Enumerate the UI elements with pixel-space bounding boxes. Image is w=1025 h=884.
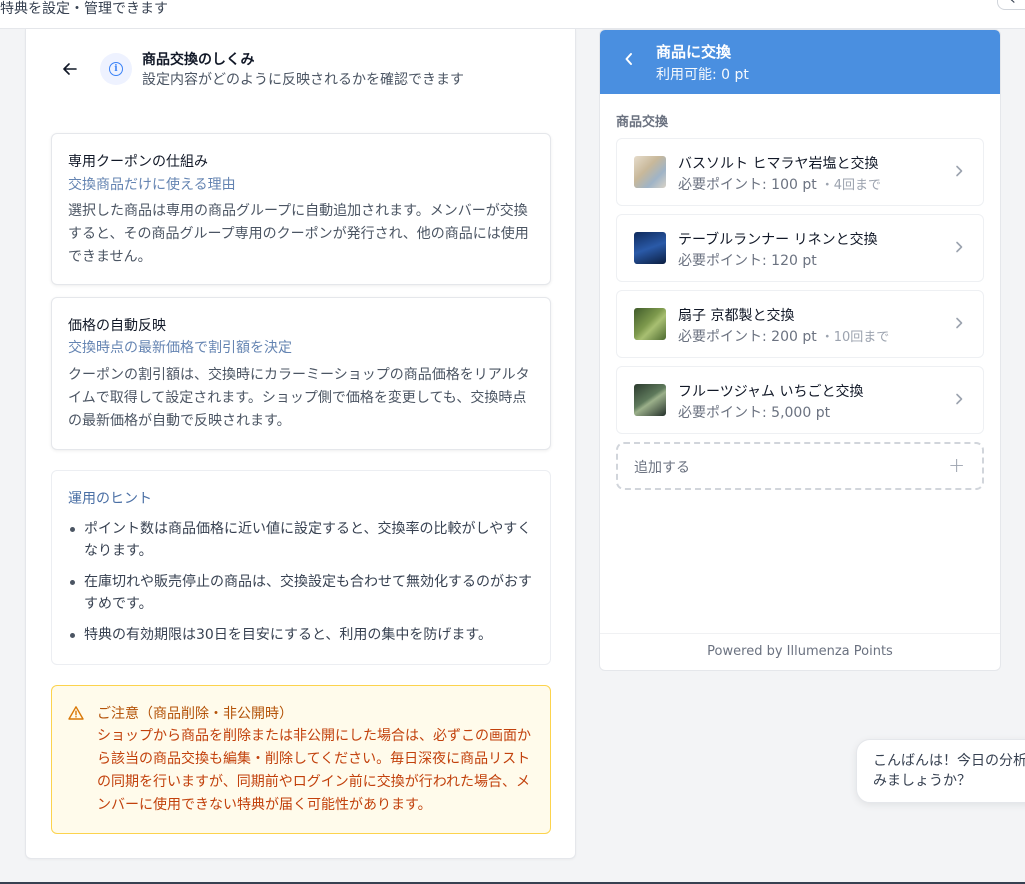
chat-line: こんばんは！今日の分析 xyxy=(873,753,1025,769)
warning-box: ご注意（商品削除・非公開時） ショップから商品を削除または非公開にした場合は、必… xyxy=(51,685,551,834)
section-label: 商品交換 xyxy=(616,115,669,130)
item-name: フルーツジャム いちごと交換 xyxy=(678,384,864,400)
guide-panel: i 商品交換のしくみ 設定内容がどのように反映されるかを確認できます 専用クーポ… xyxy=(25,29,576,859)
coupon-mechanism-box: 専用クーポンの仕組み 交換商品だけに使える理由 選択した商品は専用の商品グループ… xyxy=(51,133,551,285)
item-limit: ・4回まで xyxy=(820,178,881,193)
page-subtitle: 換特典を設定・管理できます xyxy=(0,1,168,17)
info-icon: i xyxy=(100,53,132,85)
item-name: 扇子 京都製と交換 xyxy=(678,308,795,324)
tip-item: 特典の有効期限は30日を目安にすると、利用の集中を防げます。 xyxy=(68,624,536,646)
top-bar: 換特典を設定・管理できます く xyxy=(0,0,1025,29)
section-title: 専用クーポンの仕組み xyxy=(68,154,208,170)
chevron-right-icon xyxy=(955,161,963,182)
guide-title: 商品交換のしくみ xyxy=(142,52,255,68)
item-limit: ・10回まで xyxy=(820,330,890,345)
warning-icon xyxy=(68,706,84,720)
plus-icon: + xyxy=(948,453,965,477)
section-accent: 交換時点の最新価格で割引額を決定 xyxy=(68,340,292,356)
corner-button-label: く xyxy=(1006,0,1018,6)
warning-body: ショップから商品を削除または非公開にした場合は、必ずこの画面から該当の商品交換も… xyxy=(97,728,531,813)
exchange-item[interactable]: フルーツジャム いちごと交換 必要ポイント: 5,000 pt xyxy=(616,366,984,434)
exchange-item[interactable]: 扇子 京都製と交換 必要ポイント: 200 pt ・10回まで xyxy=(616,290,984,358)
tip-item: ポイント数は商品価格に近い値に設定すると、交換率の比較がしやすくなります。 xyxy=(68,518,536,562)
section-body: クーポンの割引額は、交換時にカラーミーショップの商品価格をリアルタイムで取得して… xyxy=(68,367,530,429)
chevron-left-icon[interactable] xyxy=(624,50,634,71)
powered-by: Powered by Illumenza Points xyxy=(600,633,1000,670)
exchange-preview: 商品に交換 利用可能: 0 pt 商品交換 バスソルト ヒマラヤ岩塩と交換 必要… xyxy=(599,29,1001,671)
item-meta: 必要ポイント: 200 pt ・10回まで xyxy=(678,326,889,346)
section-body: 選択した商品は専用の商品グループに自動追加されます。メンバーが交換すると、その商… xyxy=(68,203,529,265)
item-name: テーブルランナー リネンと交換 xyxy=(678,232,878,248)
tip-item: 在庫切れや販売停止の商品は、交換設定も合わせて無効化するのがおすすめです。 xyxy=(68,571,536,615)
tips-list: ポイント数は商品価格に近い値に設定すると、交換率の比較がしやすくなります。 在庫… xyxy=(68,518,536,655)
tips-box: 運用のヒント ポイント数は商品価格に近い値に設定すると、交換率の比較がしやすくな… xyxy=(51,470,551,665)
product-thumbnail xyxy=(634,308,666,340)
available-points: 利用可能: 0 pt xyxy=(656,67,749,83)
product-thumbnail xyxy=(634,384,666,416)
product-thumbnail xyxy=(634,156,666,188)
price-reflection-box: 価格の自動反映 交換時点の最新価格で割引額を決定 クーポンの割引額は、交換時にカ… xyxy=(51,297,551,450)
item-points: 必要ポイント: 100 pt xyxy=(678,177,817,193)
item-meta: 必要ポイント: 100 pt ・4回まで xyxy=(678,174,881,194)
chevron-right-icon xyxy=(955,389,963,410)
section-accent: 交換商品だけに使える理由 xyxy=(68,177,236,193)
preview-title: 商品に交換 xyxy=(656,43,732,61)
chat-line: みましょうか？ xyxy=(873,773,971,789)
add-item-button[interactable]: 追加する + xyxy=(616,442,984,490)
item-points: 必要ポイント: 120 pt xyxy=(678,253,817,269)
add-item-label: 追加する xyxy=(634,460,690,476)
chevron-right-icon xyxy=(955,313,963,334)
back-arrow-icon[interactable] xyxy=(60,59,80,79)
item-points: 必要ポイント: 5,000 pt xyxy=(678,405,831,421)
chevron-right-icon xyxy=(955,237,963,258)
warning-title: ご注意（商品削除・非公開時） xyxy=(97,706,293,722)
tips-title: 運用のヒント xyxy=(68,491,152,507)
section-title: 価格の自動反映 xyxy=(68,318,166,334)
item-points: 必要ポイント: 200 pt xyxy=(678,329,817,345)
product-thumbnail xyxy=(634,232,666,264)
corner-button[interactable]: く xyxy=(997,0,1025,10)
item-meta: 必要ポイント: 5,000 pt xyxy=(678,402,834,422)
item-name: バスソルト ヒマラヤ岩塩と交換 xyxy=(678,156,879,172)
exchange-item[interactable]: バスソルト ヒマラヤ岩塩と交換 必要ポイント: 100 pt ・4回まで xyxy=(616,138,984,206)
exchange-item[interactable]: テーブルランナー リネンと交換 必要ポイント: 120 pt xyxy=(616,214,984,282)
guide-subtitle: 設定内容がどのように反映されるかを確認できます xyxy=(142,72,464,88)
item-meta: 必要ポイント: 120 pt xyxy=(678,250,821,270)
preview-header: 商品に交換 利用可能: 0 pt xyxy=(600,30,1000,94)
chat-message-bubble[interactable]: こんばんは！今日の分析 みましょうか？ xyxy=(856,739,1025,803)
